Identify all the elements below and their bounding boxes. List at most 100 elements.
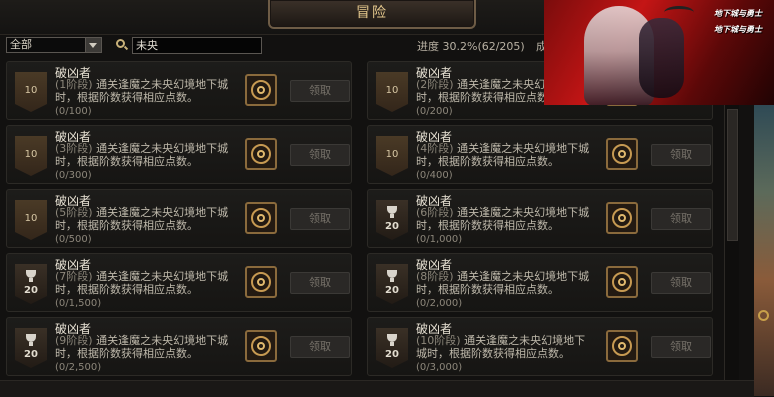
search-icon bbox=[116, 39, 125, 48]
emblem-icon bbox=[612, 208, 632, 228]
point-badge: 10 bbox=[15, 200, 47, 240]
achievement-progress: (0/300) bbox=[55, 170, 92, 181]
achievement-progress: (0/1,000) bbox=[416, 234, 463, 245]
reward-icon[interactable] bbox=[606, 138, 638, 170]
chevron-down-icon[interactable] bbox=[85, 38, 101, 52]
claim-button[interactable]: 领取 bbox=[651, 272, 711, 294]
achievement-progress: (0/200) bbox=[416, 106, 453, 117]
gear-icon[interactable] bbox=[758, 310, 769, 321]
page-title: 冒险 bbox=[356, 5, 388, 21]
achievement-stage: (8阶段) bbox=[416, 270, 454, 283]
claim-button[interactable]: 领取 bbox=[651, 208, 711, 230]
achievement-progress: (0/500) bbox=[55, 234, 92, 245]
claim-button[interactable]: 领取 bbox=[290, 144, 350, 166]
bird-icon bbox=[664, 6, 694, 19]
achievement-card: 10 破凶者 (4阶段) 通关逢魔之未央幻境地下城时，根据阶数获得相应点数。 (0/4… bbox=[367, 125, 713, 184]
trophy-icon bbox=[26, 334, 36, 346]
trophy-icon bbox=[387, 334, 397, 346]
ad-brand-line-1: 地下城与勇士 bbox=[714, 9, 762, 18]
reward-icon[interactable] bbox=[245, 202, 277, 234]
achievement-progress: (0/2,500) bbox=[55, 362, 102, 373]
point-badge: 10 bbox=[376, 72, 408, 112]
achievement-stage: (6阶段) bbox=[416, 206, 454, 219]
badge-value: 10 bbox=[24, 149, 38, 160]
emblem-icon bbox=[612, 272, 632, 292]
character-art-secondary bbox=[639, 18, 684, 98]
tab-adventure[interactable]: 冒险 bbox=[268, 0, 476, 29]
achievement-description: (3阶段) 通关逢魔之未央幻境地下城时，根据阶数获得相应点数。 bbox=[55, 142, 235, 168]
ad-banner[interactable]: 地下城与勇士 地下城与勇士 bbox=[544, 0, 774, 105]
emblem-icon bbox=[251, 208, 271, 228]
claim-button[interactable]: 领取 bbox=[651, 144, 711, 166]
badge-value: 20 bbox=[385, 221, 399, 232]
reward-icon[interactable] bbox=[245, 266, 277, 298]
reward-icon[interactable] bbox=[606, 330, 638, 362]
side-strip bbox=[754, 105, 774, 396]
emblem-icon bbox=[612, 336, 632, 356]
badge-value: 20 bbox=[24, 285, 38, 296]
emblem-icon bbox=[251, 336, 271, 356]
trophy-badge: 20 bbox=[15, 264, 47, 304]
claim-button[interactable]: 领取 bbox=[290, 336, 350, 358]
scroll-thumb[interactable] bbox=[727, 109, 738, 241]
trophy-icon bbox=[387, 270, 397, 282]
achievement-card: 20 破凶者 (10阶段) 通关逢魔之未央幻境地下城时，根据阶数获得相应点数。 (0/… bbox=[367, 317, 713, 376]
achievement-progress: (0/3,000) bbox=[416, 362, 463, 373]
badge-value: 20 bbox=[385, 349, 399, 360]
trophy-badge: 20 bbox=[376, 264, 408, 304]
reward-icon[interactable] bbox=[245, 330, 277, 362]
achievement-description: (1阶段) 通关逢魔之未央幻境地下城时，根据阶数获得相应点数。 bbox=[55, 78, 235, 104]
bottom-bar bbox=[0, 380, 754, 397]
emblem-icon bbox=[251, 80, 271, 100]
achievement-stage: (2阶段) bbox=[416, 78, 454, 91]
achievement-card: 20 破凶者 (8阶段) 通关逢魔之未央幻境地下城时，根据阶数获得相应点数。 (0/2… bbox=[367, 253, 713, 312]
reward-icon[interactable] bbox=[245, 138, 277, 170]
claim-button[interactable]: 领取 bbox=[651, 336, 711, 358]
trophy-icon bbox=[26, 270, 36, 282]
achievement-card: 20 破凶者 (6阶段) 通关逢魔之未央幻境地下城时，根据阶数获得相应点数。 (0/1… bbox=[367, 189, 713, 248]
reward-icon[interactable] bbox=[606, 202, 638, 234]
reward-icon[interactable] bbox=[245, 74, 277, 106]
achievement-description: (9阶段) 通关逢魔之未央幻境地下城时，根据阶数获得相应点数。 bbox=[55, 334, 235, 360]
achievement-stage: (10阶段) bbox=[416, 334, 461, 347]
badge-value: 10 bbox=[385, 85, 399, 96]
achievement-progress: (0/400) bbox=[416, 170, 453, 181]
achievement-stage: (3阶段) bbox=[55, 142, 93, 155]
achievement-stage: (7阶段) bbox=[55, 270, 93, 283]
achievement-stage: (9阶段) bbox=[55, 334, 93, 347]
achievement-progress: (0/1,500) bbox=[55, 298, 102, 309]
achievement-stage: (4阶段) bbox=[416, 142, 454, 155]
achievement-description: (7阶段) 通关逢魔之未央幻境地下城时，根据阶数获得相应点数。 bbox=[55, 270, 235, 296]
scrollbar[interactable] bbox=[724, 105, 739, 392]
badge-value: 20 bbox=[24, 349, 38, 360]
reward-icon[interactable] bbox=[606, 266, 638, 298]
trophy-badge: 20 bbox=[15, 328, 47, 368]
point-badge: 10 bbox=[15, 72, 47, 112]
search-input[interactable]: 未央 bbox=[132, 37, 262, 54]
achievement-progress: (0/100) bbox=[55, 106, 92, 117]
achievement-stage: (5阶段) bbox=[55, 206, 93, 219]
ad-brand-line-2: 地下城与勇士 bbox=[714, 25, 762, 34]
claim-button[interactable]: 领取 bbox=[290, 208, 350, 230]
badge-value: 10 bbox=[24, 213, 38, 224]
claim-button[interactable]: 领取 bbox=[290, 272, 350, 294]
achievement-description: (8阶段) 通关逢魔之未央幻境地下城时，根据阶数获得相应点数。 bbox=[416, 270, 596, 296]
badge-value: 20 bbox=[385, 285, 399, 296]
trophy-badge: 20 bbox=[376, 328, 408, 368]
achievement-description: (4阶段) 通关逢魔之未央幻境地下城时，根据阶数获得相应点数。 bbox=[416, 142, 596, 168]
achievement-card: 10 破凶者 (1阶段) 通关逢魔之未央幻境地下城时，根据阶数获得相应点数。 (0/1… bbox=[6, 61, 352, 120]
badge-value: 10 bbox=[385, 149, 399, 160]
achievement-card: 10 破凶者 (5阶段) 通关逢魔之未央幻境地下城时，根据阶数获得相应点数。 (0/5… bbox=[6, 189, 352, 248]
achievement-card: 20 破凶者 (9阶段) 通关逢魔之未央幻境地下城时，根据阶数获得相应点数。 (0/2… bbox=[6, 317, 352, 376]
progress-text: 进度 30.2%(62/205) bbox=[417, 40, 525, 53]
badge-value: 10 bbox=[24, 85, 38, 96]
emblem-icon bbox=[612, 144, 632, 164]
claim-button[interactable]: 领取 bbox=[290, 80, 350, 102]
trophy-badge: 20 bbox=[376, 200, 408, 240]
emblem-icon bbox=[251, 144, 271, 164]
achievement-description: (10阶段) 通关逢魔之未央幻境地下城时，根据阶数获得相应点数。 bbox=[416, 334, 596, 360]
point-badge: 10 bbox=[376, 136, 408, 176]
achievement-card: 20 破凶者 (7阶段) 通关逢魔之未央幻境地下城时，根据阶数获得相应点数。 (0/1… bbox=[6, 253, 352, 312]
point-badge: 10 bbox=[15, 136, 47, 176]
category-dropdown[interactable]: 全部 bbox=[6, 37, 102, 53]
